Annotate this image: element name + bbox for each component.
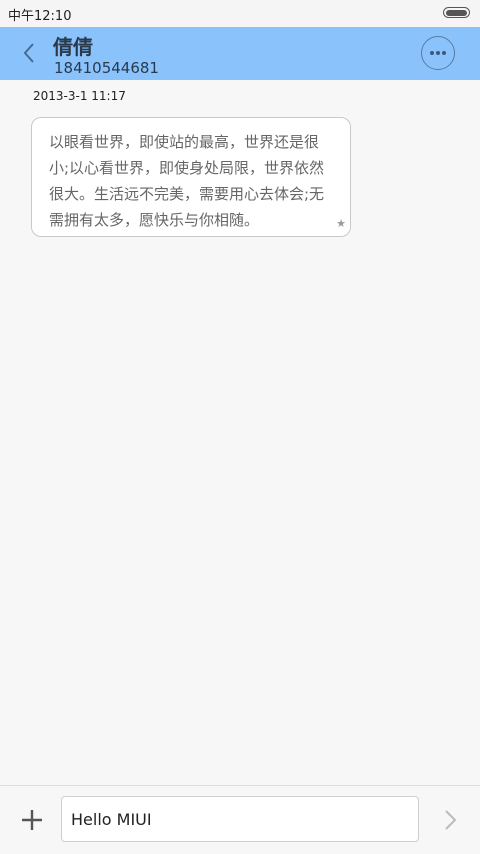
message-bubble[interactable]: 以眼看世界，即使站的最高，世界还是很小;以心看世界，即使身处局限，世界依然很大。… bbox=[31, 117, 351, 237]
conversation-header: 倩倩 18410544681 bbox=[0, 27, 480, 80]
message-text: 以眼看世界，即使站的最高，世界还是很小;以心看世界，即使身处局限，世界依然很大。… bbox=[49, 133, 325, 229]
composer-bar bbox=[0, 785, 480, 854]
contact-name: 倩倩 bbox=[53, 35, 93, 59]
more-dot bbox=[436, 51, 440, 55]
send-chevron-icon[interactable] bbox=[438, 808, 462, 832]
contact-number: 18410544681 bbox=[54, 59, 159, 77]
message-input[interactable] bbox=[61, 796, 419, 842]
star-icon: ★ bbox=[336, 217, 346, 230]
status-bar: 中午12:10 bbox=[0, 0, 480, 28]
plus-icon[interactable] bbox=[20, 808, 44, 832]
back-chevron-icon[interactable] bbox=[16, 39, 44, 67]
more-dot bbox=[430, 51, 434, 55]
more-dot bbox=[442, 51, 446, 55]
message-timestamp: 2013-3-1 11:17 bbox=[33, 89, 126, 103]
battery-icon bbox=[443, 7, 470, 18]
battery-level bbox=[445, 9, 467, 16]
status-time: 中午12:10 bbox=[8, 9, 72, 24]
more-options-icon[interactable] bbox=[421, 36, 455, 70]
